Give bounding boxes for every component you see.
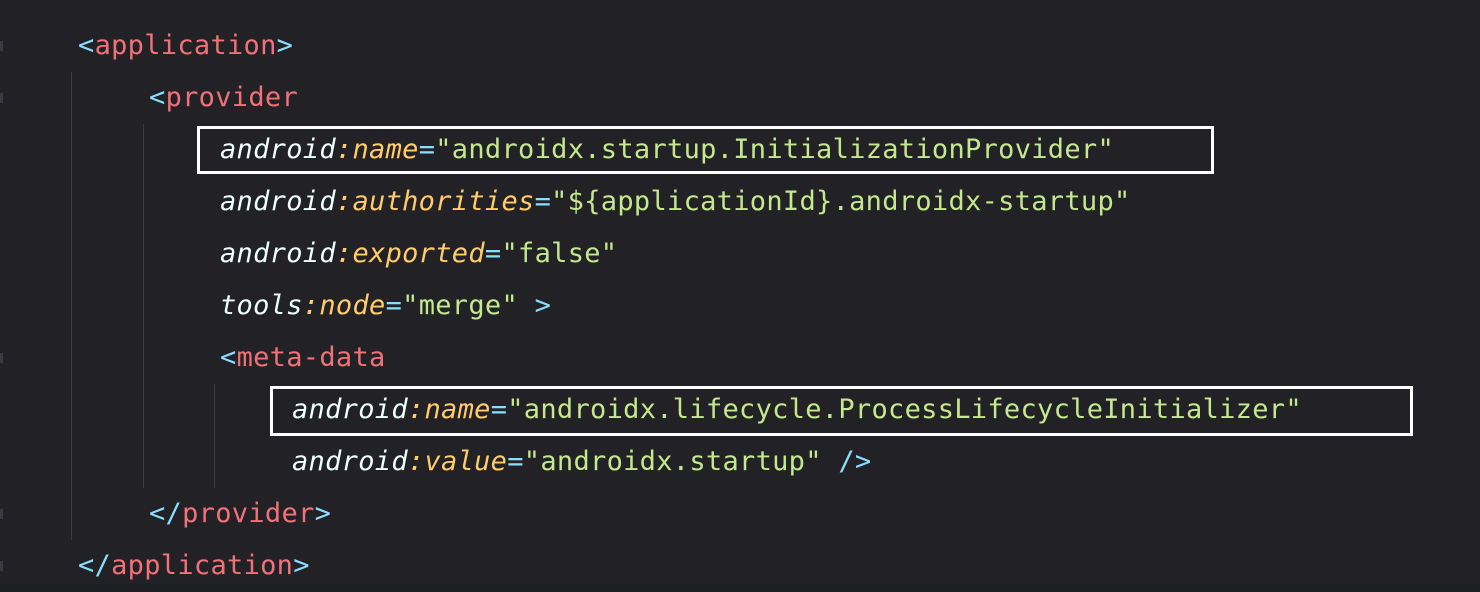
token-punctuation: < xyxy=(149,82,166,113)
code-line-provider-authorities[interactable]: android:authorities="${applicationId}.an… xyxy=(0,176,1131,228)
token-punctuation: > xyxy=(518,290,552,321)
token-equals-sign: = xyxy=(484,238,502,269)
token-punctuation: < xyxy=(220,342,237,373)
token-namespace-colon: : xyxy=(407,446,425,477)
token-namespace-colon: : xyxy=(302,290,320,321)
code-line-provider-exported[interactable]: android:exported="false" xyxy=(0,228,617,280)
token-namespace-colon: : xyxy=(335,186,353,217)
code-line-application-close[interactable]: </application> xyxy=(0,540,310,592)
token-attribute-namespace: android xyxy=(292,446,408,477)
token-punctuation: > xyxy=(276,30,294,61)
token-equals-sign: = xyxy=(385,290,403,321)
token-punctuation: > xyxy=(314,498,332,529)
code-editor[interactable]: <application> <provider android:name="an… xyxy=(0,0,1480,584)
token-tag-name: application xyxy=(94,30,277,61)
highlight-box-initialization-provider xyxy=(197,126,1214,174)
token-namespace-colon: : xyxy=(335,238,353,269)
code-line-meta-data-value[interactable]: android:value="androidx.startup" /> xyxy=(0,436,871,488)
token-tag-name: meta-data xyxy=(236,342,386,373)
token-attribute-name: node xyxy=(319,290,386,321)
token-attribute-value: "${applicationId}.androidx-startup" xyxy=(551,186,1131,217)
token-attribute-namespace: android xyxy=(220,238,336,269)
code-line-provider-open[interactable]: <provider xyxy=(0,72,298,124)
code-line-provider-close[interactable]: </provider> xyxy=(0,488,331,540)
code-line-meta-data-open[interactable]: <meta-data xyxy=(0,332,386,384)
token-tag-name: provider xyxy=(182,498,315,529)
highlight-box-process-lifecycle-initializer xyxy=(270,386,1413,436)
token-tag-name: application xyxy=(111,550,294,581)
token-attribute-value: "false" xyxy=(501,238,618,269)
token-attribute-namespace: android xyxy=(220,186,336,217)
token-attribute-name: authorities xyxy=(352,186,535,217)
token-punctuation: </ xyxy=(149,498,183,529)
code-line-application-open[interactable]: <application> xyxy=(0,20,293,72)
token-attribute-value: "androidx.startup" xyxy=(523,446,822,477)
token-equals-sign: = xyxy=(507,446,524,477)
token-attribute-value: "merge" xyxy=(402,290,519,321)
token-punctuation: </ xyxy=(78,550,112,581)
token-attribute-name: exported xyxy=(352,238,485,269)
token-attribute-namespace: tools xyxy=(220,290,303,321)
token-tag-name: provider xyxy=(165,82,299,113)
token-punctuation: > xyxy=(293,550,310,581)
token-equals-sign: = xyxy=(534,186,552,217)
token-attribute-name: value xyxy=(424,446,508,477)
code-line-tools-node[interactable]: tools:node="merge" > xyxy=(0,280,551,332)
token-punctuation: /> xyxy=(821,446,872,477)
token-punctuation: < xyxy=(78,30,95,61)
